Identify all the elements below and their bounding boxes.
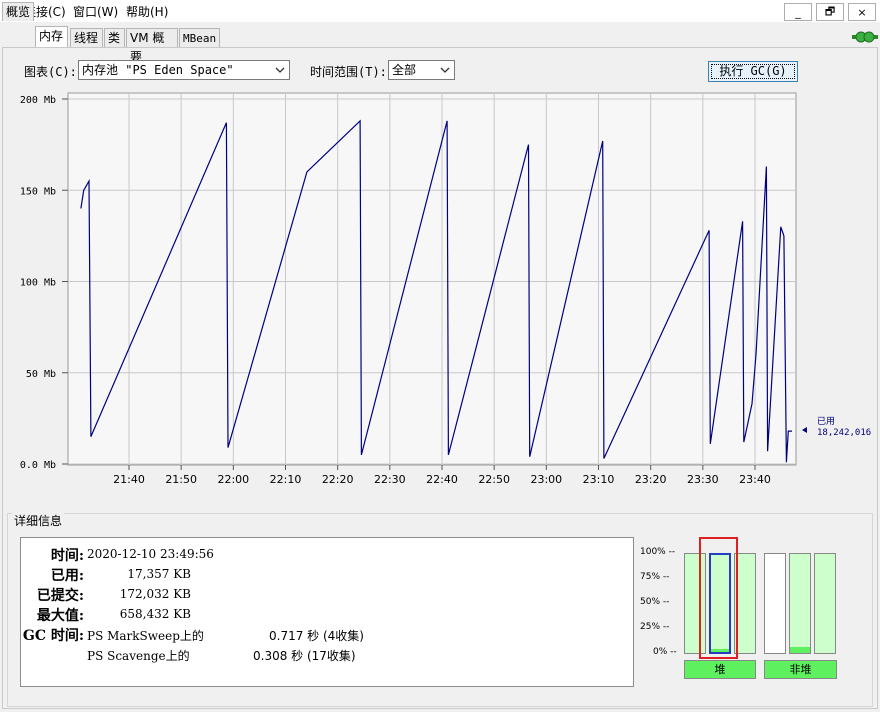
x-tick-label: 22:20 bbox=[322, 473, 354, 486]
minimize-icon: _ bbox=[795, 5, 801, 19]
time-range-value: 全部 bbox=[392, 63, 417, 77]
max-value: 658,432 KB bbox=[119, 607, 191, 621]
time-label: 时间: bbox=[50, 548, 84, 564]
gc-time-label: GC 时间: bbox=[22, 628, 84, 644]
current-series-value: 18,242,016 bbox=[817, 428, 871, 438]
x-tick-label: 23:10 bbox=[583, 473, 615, 486]
tab-threads[interactable]: 线程 bbox=[70, 28, 103, 47]
x-tick-label: 22:10 bbox=[270, 473, 302, 486]
x-tick-label: 22:30 bbox=[374, 473, 406, 486]
time-range-label: 时间范围(T): bbox=[310, 65, 387, 79]
y-tick-label: 100 Mb bbox=[20, 278, 56, 289]
x-tick-label: 22:40 bbox=[426, 473, 458, 486]
tab-classes[interactable]: 类 bbox=[104, 28, 125, 47]
selection-highlight-box bbox=[699, 537, 738, 659]
tab-memory[interactable]: 内存 bbox=[35, 26, 68, 47]
chart-selector-label: 图表(C): bbox=[24, 65, 77, 79]
current-series-label: 已用 bbox=[817, 416, 835, 427]
nonheap-legend-button[interactable]: 非堆 bbox=[764, 660, 837, 679]
memory-usage-chart: 200 Mb 150 Mb 100 Mb 50 Mb 0.0 Mb 21:40 21:50… bbox=[20, 92, 871, 486]
y-tick-label: 0.0 Mb bbox=[20, 460, 56, 471]
heap-legend-button[interactable]: 堆 bbox=[684, 660, 756, 679]
tab-mbean[interactable]: MBean bbox=[179, 28, 220, 47]
restore-button[interactable]: 🗗 bbox=[816, 3, 844, 21]
perform-gc-button[interactable]: 执行 GC(G) bbox=[708, 61, 798, 82]
x-tick-label: 23:20 bbox=[635, 473, 667, 486]
gc-scavenge-value: 0.308 秒 (17收集) bbox=[253, 649, 356, 663]
gc-scavenge-name: PS Scavenge上的 bbox=[87, 649, 190, 663]
x-tick-label: 23:40 bbox=[739, 473, 771, 486]
x-tick-label: 22:50 bbox=[478, 473, 510, 486]
x-tick-label: 22:00 bbox=[217, 473, 249, 486]
committed-label: 已提交: bbox=[36, 588, 84, 604]
chevron-down-icon bbox=[275, 61, 285, 86]
pct-75-label: 75% -- bbox=[640, 572, 670, 582]
time-value: 2020-12-10 23:49:56 bbox=[87, 547, 214, 561]
nonheap-pool-bar[interactable] bbox=[764, 553, 786, 654]
used-value: 17,357 KB bbox=[127, 567, 191, 581]
committed-value: 172,032 KB bbox=[119, 587, 191, 601]
close-icon: × bbox=[857, 5, 867, 19]
y-tick-label: 50 Mb bbox=[26, 369, 56, 380]
x-tick-label: 23:30 bbox=[687, 473, 719, 486]
tab-vm-summary[interactable]: VM 概要 bbox=[126, 28, 178, 64]
menu-window[interactable]: 窗口(W) bbox=[73, 3, 118, 20]
details-title: 详细信息 bbox=[12, 512, 65, 529]
used-label: 已用: bbox=[50, 568, 84, 584]
gc-marksweep-name: PS MarkSweep上的 bbox=[87, 629, 204, 643]
x-tick-label: 21:50 bbox=[165, 473, 197, 486]
current-value-marker-icon bbox=[802, 427, 807, 433]
time-range-dropdown[interactable]: 全部 bbox=[388, 60, 455, 80]
close-button[interactable]: × bbox=[848, 3, 876, 21]
nonheap-pool-bar-fill bbox=[790, 647, 810, 653]
pct-50-label: 50% -- bbox=[640, 597, 670, 607]
max-label: 最大值: bbox=[36, 608, 84, 624]
x-tick-label: 21:40 bbox=[113, 473, 145, 486]
memory-pool-dropdown[interactable]: 内存池 "PS Eden Space" bbox=[78, 60, 290, 80]
y-tick-label: 150 Mb bbox=[20, 186, 56, 197]
restore-icon: 🗗 bbox=[824, 4, 836, 18]
chevron-down-icon bbox=[440, 61, 450, 86]
pct-100-label: 100% -- bbox=[640, 547, 676, 557]
minimize-button[interactable]: _ bbox=[784, 3, 812, 21]
y-tick-label: 200 Mb bbox=[20, 95, 56, 106]
menu-bar: 连接(C) 窗口(W) 帮助(H) _ 🗗 × bbox=[0, 0, 880, 22]
gc-marksweep-value: 0.717 秒 (4收集) bbox=[269, 629, 364, 643]
nonheap-pool-bar[interactable] bbox=[789, 553, 811, 654]
x-tick-label: 23:00 bbox=[530, 473, 562, 486]
tab-overview[interactable]: 概览 bbox=[2, 2, 34, 21]
connection-status-icon bbox=[852, 30, 878, 44]
memory-pool-value: 内存池 "PS Eden Space" bbox=[82, 63, 234, 77]
pct-25-label: 25% -- bbox=[640, 622, 670, 632]
menu-help[interactable]: 帮助(H) bbox=[126, 3, 168, 20]
nonheap-pool-bar[interactable] bbox=[814, 553, 836, 654]
